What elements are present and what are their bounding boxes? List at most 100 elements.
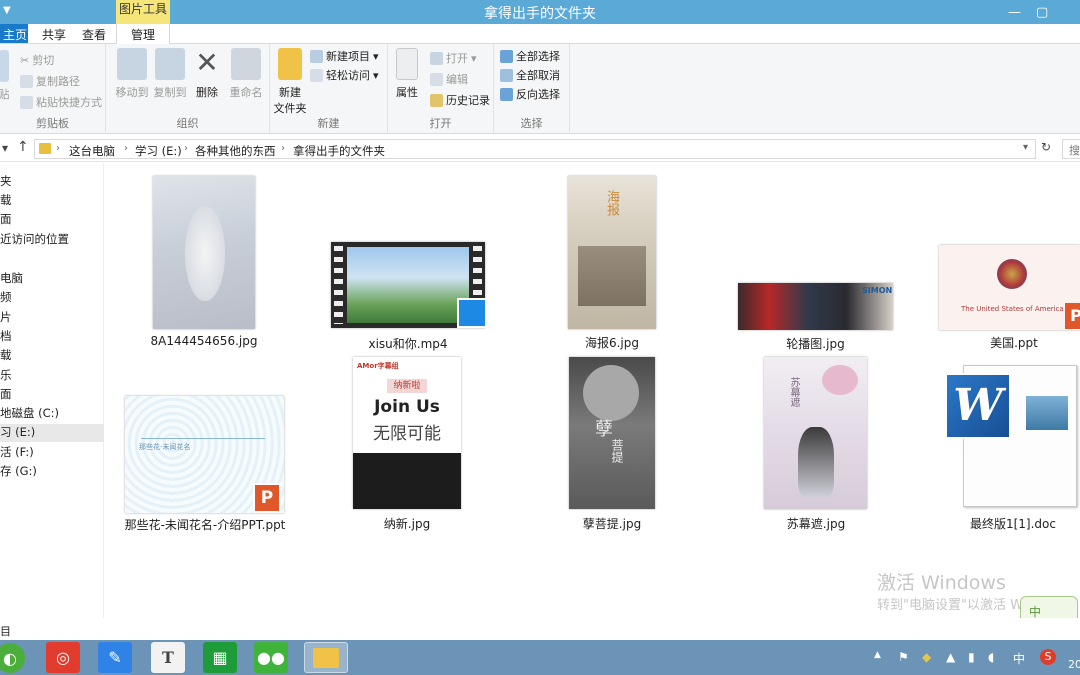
nav-item[interactable]: 频 bbox=[0, 289, 104, 307]
copy-path-button[interactable]: 复制路径 bbox=[20, 73, 80, 89]
security-icon[interactable]: ◆ bbox=[922, 650, 931, 664]
ime-indicator[interactable]: 中 bbox=[1013, 650, 1025, 667]
up-arrow-icon[interactable]: ↑ bbox=[17, 139, 29, 155]
maximize-icon[interactable]: ▢ bbox=[1036, 5, 1048, 20]
tab-manage[interactable]: 管理 bbox=[116, 24, 170, 44]
nav-item-recent-places[interactable]: 近访问的位置 bbox=[0, 231, 104, 249]
file-name: 轮播图.jpg bbox=[786, 337, 845, 351]
nav-item[interactable]: 片 bbox=[0, 309, 104, 327]
clock-year[interactable]: 20 bbox=[1068, 658, 1080, 671]
nav-item[interactable]: 面 bbox=[0, 211, 104, 229]
paste-button[interactable]: 贴 bbox=[0, 50, 12, 102]
folder-icon bbox=[39, 143, 51, 154]
tray-expand-icon[interactable]: ▲ bbox=[874, 650, 881, 660]
info-panel bbox=[353, 453, 461, 509]
paste-shortcut-button[interactable]: 粘贴快捷方式 bbox=[20, 94, 102, 110]
recent-dropdown-icon[interactable]: ▾ bbox=[2, 141, 8, 155]
history-label: 历史记录 bbox=[446, 94, 490, 107]
item-count: 目 bbox=[0, 625, 11, 638]
powerpoint-icon: P bbox=[1065, 303, 1080, 329]
invert-selection-label: 反向选择 bbox=[516, 88, 560, 101]
crumb-drive-e[interactable]: 学习 (E:) bbox=[135, 143, 182, 159]
file-item[interactable]: 8A144454656.jpg bbox=[151, 176, 257, 348]
history-button[interactable]: 历史记录 bbox=[430, 92, 490, 108]
netease-music-icon[interactable]: ◎ bbox=[46, 642, 80, 673]
file-item[interactable]: 孽 菩提 孽菩提.jpg bbox=[569, 357, 655, 531]
copy-path-label: 复制路径 bbox=[36, 75, 80, 88]
file-item[interactable]: W 最终版1[1].doc bbox=[943, 363, 1080, 531]
file-item[interactable]: SIMON 轮播图.jpg bbox=[738, 283, 893, 351]
nav-item-drive-e[interactable]: 习 (E:) bbox=[0, 424, 104, 442]
ribbon-tabs: 主页 共享 查看 管理 bbox=[0, 24, 1080, 44]
search-input[interactable]: 搜 bbox=[1062, 139, 1080, 159]
refresh-icon[interactable]: ↻ bbox=[1041, 140, 1051, 154]
minimize-icon[interactable]: — bbox=[1008, 5, 1021, 20]
nav-item[interactable]: 夹 bbox=[0, 173, 104, 191]
file-item[interactable]: The United States of America P 美国.ppt bbox=[939, 245, 1080, 350]
select-group-label: 选择 bbox=[520, 117, 543, 130]
select-all-button[interactable]: 全部选择 bbox=[500, 48, 560, 64]
sogou-icon[interactable]: S bbox=[1040, 649, 1056, 665]
battery-icon[interactable]: ▮ bbox=[968, 650, 975, 664]
rename-icon bbox=[231, 48, 261, 80]
select-all-icon bbox=[500, 49, 513, 63]
rename-button[interactable]: 重命名 bbox=[226, 48, 266, 100]
typora-icon[interactable]: T bbox=[151, 642, 185, 673]
properties-label: 属性 bbox=[396, 86, 418, 99]
file-item[interactable]: 那些花-未闻花名 P 那些花-未闻花名-介绍PPT.ppt bbox=[125, 396, 285, 532]
nav-item[interactable]: 档 bbox=[0, 328, 104, 346]
window: ▼ 图片工具 拿得出手的文件夹 — ▢ 主页 共享 查看 管理 贴 ✂ 剪切 复制… bbox=[0, 0, 1080, 675]
crumb-current-folder[interactable]: 拿得出手的文件夹 bbox=[293, 143, 385, 159]
tab-home[interactable]: 主页 bbox=[0, 24, 28, 43]
breadcrumb[interactable]: › 这台电脑 › 学习 (E:) › 各种其他的东西 › 拿得出手的文件夹 ▾ bbox=[34, 139, 1036, 159]
file-explorer-icon[interactable] bbox=[304, 642, 348, 673]
open-icon bbox=[430, 51, 443, 65]
delete-label: 删除 bbox=[196, 86, 218, 99]
nav-item[interactable]: 载 bbox=[0, 192, 104, 210]
tab-share[interactable]: 共享 bbox=[42, 26, 66, 43]
nav-item[interactable]: 乐 bbox=[0, 367, 104, 385]
nav-item[interactable]: 面 bbox=[0, 386, 104, 404]
volume-icon[interactable]: ◖ bbox=[988, 650, 994, 664]
chevron-right-icon: › bbox=[124, 143, 128, 154]
invert-selection-button[interactable]: 反向选择 bbox=[500, 86, 560, 102]
window-title: 拿得出手的文件夹 bbox=[484, 6, 596, 22]
file-item[interactable]: AMor字幕组 纳新啦 Join Us 无限可能 纳新.jpg bbox=[353, 357, 461, 531]
wechat-icon[interactable]: ●● bbox=[254, 642, 288, 673]
crumb-this-pc[interactable]: 这台电脑 bbox=[69, 143, 115, 159]
new-folder-button[interactable]: 新建 文件夹 bbox=[272, 48, 308, 116]
easy-access-label: 轻松访问 bbox=[326, 69, 370, 82]
nav-item-drive-g[interactable]: 存 (G:) bbox=[0, 463, 104, 481]
properties-button[interactable]: 属性 bbox=[392, 48, 422, 100]
select-none-button[interactable]: 全部取消 bbox=[500, 67, 560, 83]
nav-item[interactable]: 载 bbox=[0, 347, 104, 365]
join-title: Join Us bbox=[374, 397, 440, 417]
file-item[interactable]: 苏幕遮 苏幕遮.jpg bbox=[764, 357, 868, 531]
cut-button[interactable]: ✂ 剪切 bbox=[20, 52, 54, 68]
file-name: 那些花-未闻花名-介绍PPT.ppt bbox=[124, 518, 286, 532]
flag-icon[interactable]: ⚑ bbox=[898, 650, 909, 664]
status-bar: 目 bbox=[0, 618, 1080, 640]
address-dropdown-icon[interactable]: ▾ bbox=[1023, 142, 1028, 153]
delete-button[interactable]: ✕ 删除 bbox=[192, 48, 222, 100]
move-to-button[interactable]: 移动到 bbox=[112, 48, 152, 100]
new-folder-label-1: 新建 bbox=[279, 86, 301, 99]
new-item-button[interactable]: 新建项目 ▾ bbox=[310, 48, 379, 64]
pen-app-icon[interactable]: ✎ bbox=[98, 642, 132, 673]
file-item[interactable]: xisu和你.mp4 bbox=[331, 242, 487, 351]
nav-item-drive-f[interactable]: 活 (F:) bbox=[0, 444, 104, 462]
tab-view[interactable]: 查看 bbox=[82, 26, 106, 43]
nav-item-this-pc[interactable]: 电脑 bbox=[0, 270, 104, 288]
film-perforation bbox=[334, 246, 343, 324]
nav-item-drive-c[interactable]: 地磁盘 (C:) bbox=[0, 405, 104, 423]
new-item-icon bbox=[310, 49, 323, 63]
store-icon[interactable]: ▦ bbox=[203, 642, 237, 673]
file-item[interactable]: 海报 海报6.jpg bbox=[568, 176, 656, 350]
copy-to-button[interactable]: 复制到 bbox=[150, 48, 190, 100]
open-button[interactable]: 打开 ▾ bbox=[430, 50, 477, 66]
network-icon[interactable]: ▲ bbox=[946, 650, 955, 664]
crumb-misc[interactable]: 各种其他的东西 bbox=[195, 143, 276, 159]
start-icon[interactable]: ◐ bbox=[0, 643, 25, 673]
easy-access-button[interactable]: 轻松访问 ▾ bbox=[310, 67, 379, 83]
edit-button[interactable]: 编辑 bbox=[430, 71, 468, 87]
